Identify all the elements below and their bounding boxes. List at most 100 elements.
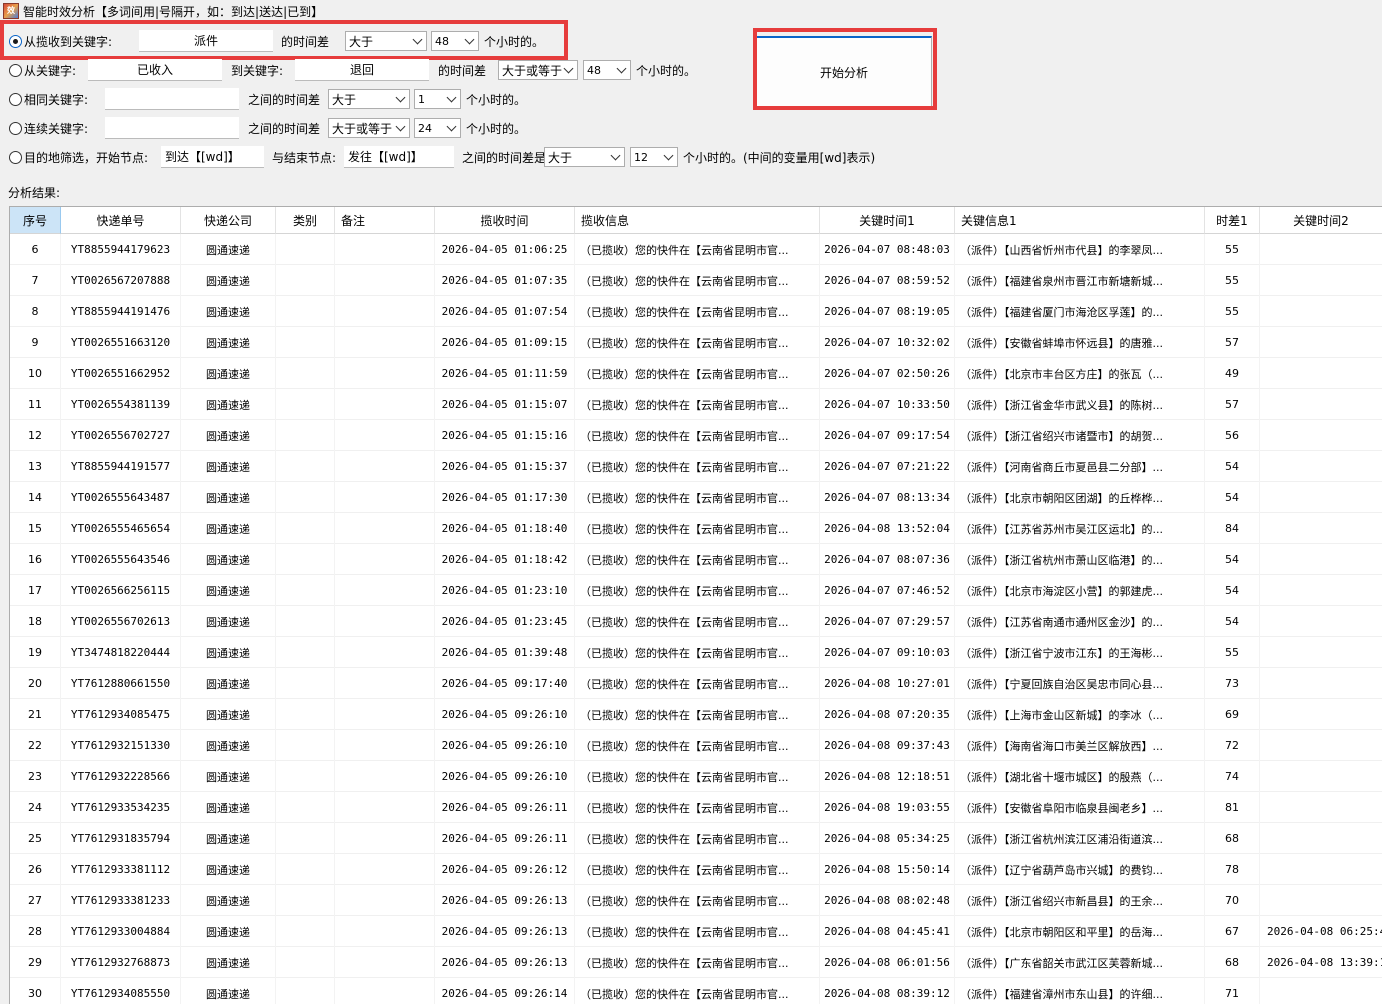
table-row[interactable]: 29 YT7612932768873 圆通速递 2026-04-05 09:26:13… bbox=[10, 947, 1382, 978]
column-header-pickup-info[interactable]: 揽收信息 bbox=[575, 207, 820, 234]
cell-tracking-number: YT8855944191577 bbox=[61, 451, 181, 482]
row1-keyword-input[interactable]: 派件 bbox=[139, 30, 273, 52]
radio-keyword-to-keyword[interactable] bbox=[9, 63, 22, 77]
cell-key-time-1: 2026-04-07 07:21:22 bbox=[820, 451, 955, 482]
table-row[interactable]: 25 YT7612931835794 圆通速递 2026-04-05 09:26:11… bbox=[10, 823, 1382, 854]
table-row[interactable]: 7 YT0026567207888 圆通速递 2026-04-05 01:07:35 （… bbox=[10, 265, 1382, 296]
cell-category bbox=[276, 296, 335, 327]
cell-pickup-info: （已揽收）您的快件在【云南省昆明市官... bbox=[575, 978, 820, 1004]
table-row[interactable]: 11 YT0026554381139 圆通速递 2026-04-05 01:15:07… bbox=[10, 389, 1382, 420]
cell-key-info-1: （派件）【福建省漳州市东山县】的许细... bbox=[955, 978, 1205, 1004]
table-row[interactable]: 19 YT3474818220444 圆通速递 2026-04-05 01:39:48… bbox=[10, 637, 1382, 668]
cell-pickup-info: （已揽收）您的快件在【云南省昆明市官... bbox=[575, 265, 820, 296]
table-row[interactable]: 22 YT7612932151330 圆通速递 2026-04-05 09:26:10… bbox=[10, 730, 1382, 761]
row1-hours-value: 48 bbox=[435, 34, 449, 48]
cell-key-time-2: 2026-04-08 06:25:4 bbox=[1260, 916, 1382, 947]
cell-pickup-info: （已揽收）您的快件在【云南省昆明市官... bbox=[575, 420, 820, 451]
cell-key-info-1: （派件）【浙江省杭州市萧山区临港】的... bbox=[955, 544, 1205, 575]
cell-key-info-1: （派件）【北京市朝阳区团湖】的丘桦桦... bbox=[955, 482, 1205, 513]
cell-remark bbox=[335, 761, 435, 792]
option-row-same-keyword: 相同关键字: 之间的时间差 大于 1 个小时的。 bbox=[0, 87, 526, 111]
column-header-key-time-2[interactable]: 关键时间2 bbox=[1260, 207, 1382, 234]
column-header-pickup-time[interactable]: 揽收时间 bbox=[435, 207, 575, 234]
row4-keyword-input[interactable] bbox=[105, 117, 239, 139]
row2-to-keyword-input[interactable]: 退回 bbox=[295, 59, 429, 81]
cell-tracking-number: YT7612933534235 bbox=[61, 792, 181, 823]
row1-hours-select[interactable]: 48 bbox=[431, 31, 479, 51]
cell-key-time-2 bbox=[1260, 885, 1382, 916]
cell-category bbox=[276, 420, 335, 451]
row2-operator-select[interactable]: 大于或等于 bbox=[498, 60, 578, 80]
row2-hours-select[interactable]: 48 bbox=[583, 60, 631, 80]
cell-pickup-info: （已揽收）您的快件在【云南省昆明市官... bbox=[575, 234, 820, 265]
row5-operator-select[interactable]: 大于 bbox=[544, 147, 625, 167]
column-header-remark[interactable]: 备注 bbox=[335, 207, 435, 234]
cell-seq: 28 bbox=[10, 916, 61, 947]
table-row[interactable]: 10 YT0026551662952 圆通速递 2026-04-05 01:11:59… bbox=[10, 358, 1382, 389]
row3-keyword-input[interactable] bbox=[105, 88, 239, 110]
table-row[interactable]: 27 YT7612933381233 圆通速递 2026-04-05 09:26:13… bbox=[10, 885, 1382, 916]
row4-label: 连续关键字: bbox=[24, 121, 89, 136]
table-row[interactable]: 8 YT8855944191476 圆通速递 2026-04-05 01:07:54 （… bbox=[10, 296, 1382, 327]
cell-pickup-time: 2026-04-05 01:06:25 bbox=[435, 234, 575, 265]
cell-tracking-number: YT0026556702727 bbox=[61, 420, 181, 451]
column-header-courier[interactable]: 快递公司 bbox=[181, 207, 276, 234]
table-row[interactable]: 24 YT7612933534235 圆通速递 2026-04-05 09:26:11… bbox=[10, 792, 1382, 823]
cell-pickup-time: 2026-04-05 01:07:35 bbox=[435, 265, 575, 296]
row4-operator-value: 大于或等于 bbox=[332, 121, 393, 136]
column-header-tracking-number[interactable]: 快递单号 bbox=[61, 207, 181, 234]
cell-seq: 25 bbox=[10, 823, 61, 854]
cell-key-time-2 bbox=[1260, 730, 1382, 761]
cell-pickup-info: （已揽收）您的快件在【云南省昆明市官... bbox=[575, 668, 820, 699]
row3-operator-select[interactable]: 大于 bbox=[328, 89, 410, 109]
radio-same-keyword[interactable] bbox=[9, 92, 22, 106]
table-row[interactable]: 9 YT0026551663120 圆通速递 2026-04-05 01:09:15 （… bbox=[10, 327, 1382, 358]
cell-courier: 圆通速递 bbox=[181, 296, 276, 327]
table-row[interactable]: 30 YT7612934085550 圆通速递 2026-04-05 09:26:14… bbox=[10, 978, 1382, 1004]
column-header-diff-1[interactable]: 时差1 bbox=[1205, 207, 1260, 234]
radio-pickup-to-keyword[interactable] bbox=[9, 34, 22, 48]
row5-start-node-input[interactable]: 到达【[wd]】 bbox=[161, 146, 264, 168]
table-row[interactable]: 14 YT0026555643487 圆通速递 2026-04-05 01:17:30… bbox=[10, 482, 1382, 513]
option-row-destination-filter: 目的地筛选，开始节点: 到达【[wd]】 与结束节点: 发往【[wd]】 之间的… bbox=[0, 145, 875, 169]
column-header-key-info-1[interactable]: 关键信息1 bbox=[955, 207, 1205, 234]
table-row[interactable]: 6 YT8855944179623 圆通速递 2026-04-05 01:06:25 （… bbox=[10, 234, 1382, 265]
radio-destination-filter[interactable] bbox=[9, 150, 22, 164]
table-row[interactable]: 23 YT7612932228566 圆通速递 2026-04-05 09:26:10… bbox=[10, 761, 1382, 792]
grid-header: 序号 快递单号 快递公司 类别 备注 揽收时间 揽收信息 关键时间1 关键信息1 时差1 关键时间2 bbox=[10, 207, 1382, 234]
column-header-key-time-1[interactable]: 关键时间1 bbox=[820, 207, 955, 234]
cell-pickup-info: （已揽收）您的快件在【云南省昆明市官... bbox=[575, 823, 820, 854]
radio-consecutive-keyword[interactable] bbox=[9, 121, 22, 135]
table-row[interactable]: 16 YT0026555643546 圆通速递 2026-04-05 01:18:42… bbox=[10, 544, 1382, 575]
start-analysis-button[interactable]: 开始分析 bbox=[756, 36, 932, 108]
row5-hours-select[interactable]: 12 bbox=[630, 147, 678, 167]
cell-tracking-number: YT7612932228566 bbox=[61, 761, 181, 792]
row5-end-node-input[interactable]: 发往【[wd]】 bbox=[344, 146, 454, 168]
table-row[interactable]: 18 YT0026556702613 圆通速递 2026-04-05 01:23:45… bbox=[10, 606, 1382, 637]
table-row[interactable]: 28 YT7612933004884 圆通速递 2026-04-05 09:26:13… bbox=[10, 916, 1382, 947]
table-row[interactable]: 17 YT0026566256115 圆通速递 2026-04-05 01:23:10… bbox=[10, 575, 1382, 606]
cell-category bbox=[276, 389, 335, 420]
table-row[interactable]: 12 YT0026556702727 圆通速递 2026-04-05 01:15:16… bbox=[10, 420, 1382, 451]
row1-operator-select[interactable]: 大于 bbox=[345, 31, 427, 51]
chevron-down-icon bbox=[664, 151, 674, 161]
cell-courier: 圆通速递 bbox=[181, 978, 276, 1004]
column-header-seq[interactable]: 序号 bbox=[10, 207, 61, 234]
table-row[interactable]: 26 YT7612933381112 圆通速递 2026-04-05 09:26:12… bbox=[10, 854, 1382, 885]
cell-tracking-number: YT8855944179623 bbox=[61, 234, 181, 265]
results-grid[interactable]: 序号 快递单号 快递公司 类别 备注 揽收时间 揽收信息 关键时间1 关键信息1 时差1 关键时间2… bbox=[9, 206, 1382, 1004]
cell-tracking-number: YT7612933004884 bbox=[61, 916, 181, 947]
chevron-down-icon bbox=[447, 93, 457, 103]
table-row[interactable]: 15 YT0026555465654 圆通速递 2026-04-05 01:18:40… bbox=[10, 513, 1382, 544]
row1-unit-label: 个小时的。 bbox=[484, 34, 545, 49]
cell-seq: 15 bbox=[10, 513, 61, 544]
table-row[interactable]: 20 YT7612880661550 圆通速递 2026-04-05 09:17:40… bbox=[10, 668, 1382, 699]
row4-operator-select[interactable]: 大于或等于 bbox=[328, 118, 410, 138]
cell-pickup-time: 2026-04-05 01:18:40 bbox=[435, 513, 575, 544]
row3-hours-select[interactable]: 1 bbox=[414, 89, 461, 109]
row4-hours-select[interactable]: 24 bbox=[414, 118, 461, 138]
table-row[interactable]: 13 YT8855944191577 圆通速递 2026-04-05 01:15:37… bbox=[10, 451, 1382, 482]
table-row[interactable]: 21 YT7612934085475 圆通速递 2026-04-05 09:26:10… bbox=[10, 699, 1382, 730]
row2-from-keyword-input[interactable]: 已收入 bbox=[88, 59, 222, 81]
column-header-category[interactable]: 类别 bbox=[276, 207, 335, 234]
